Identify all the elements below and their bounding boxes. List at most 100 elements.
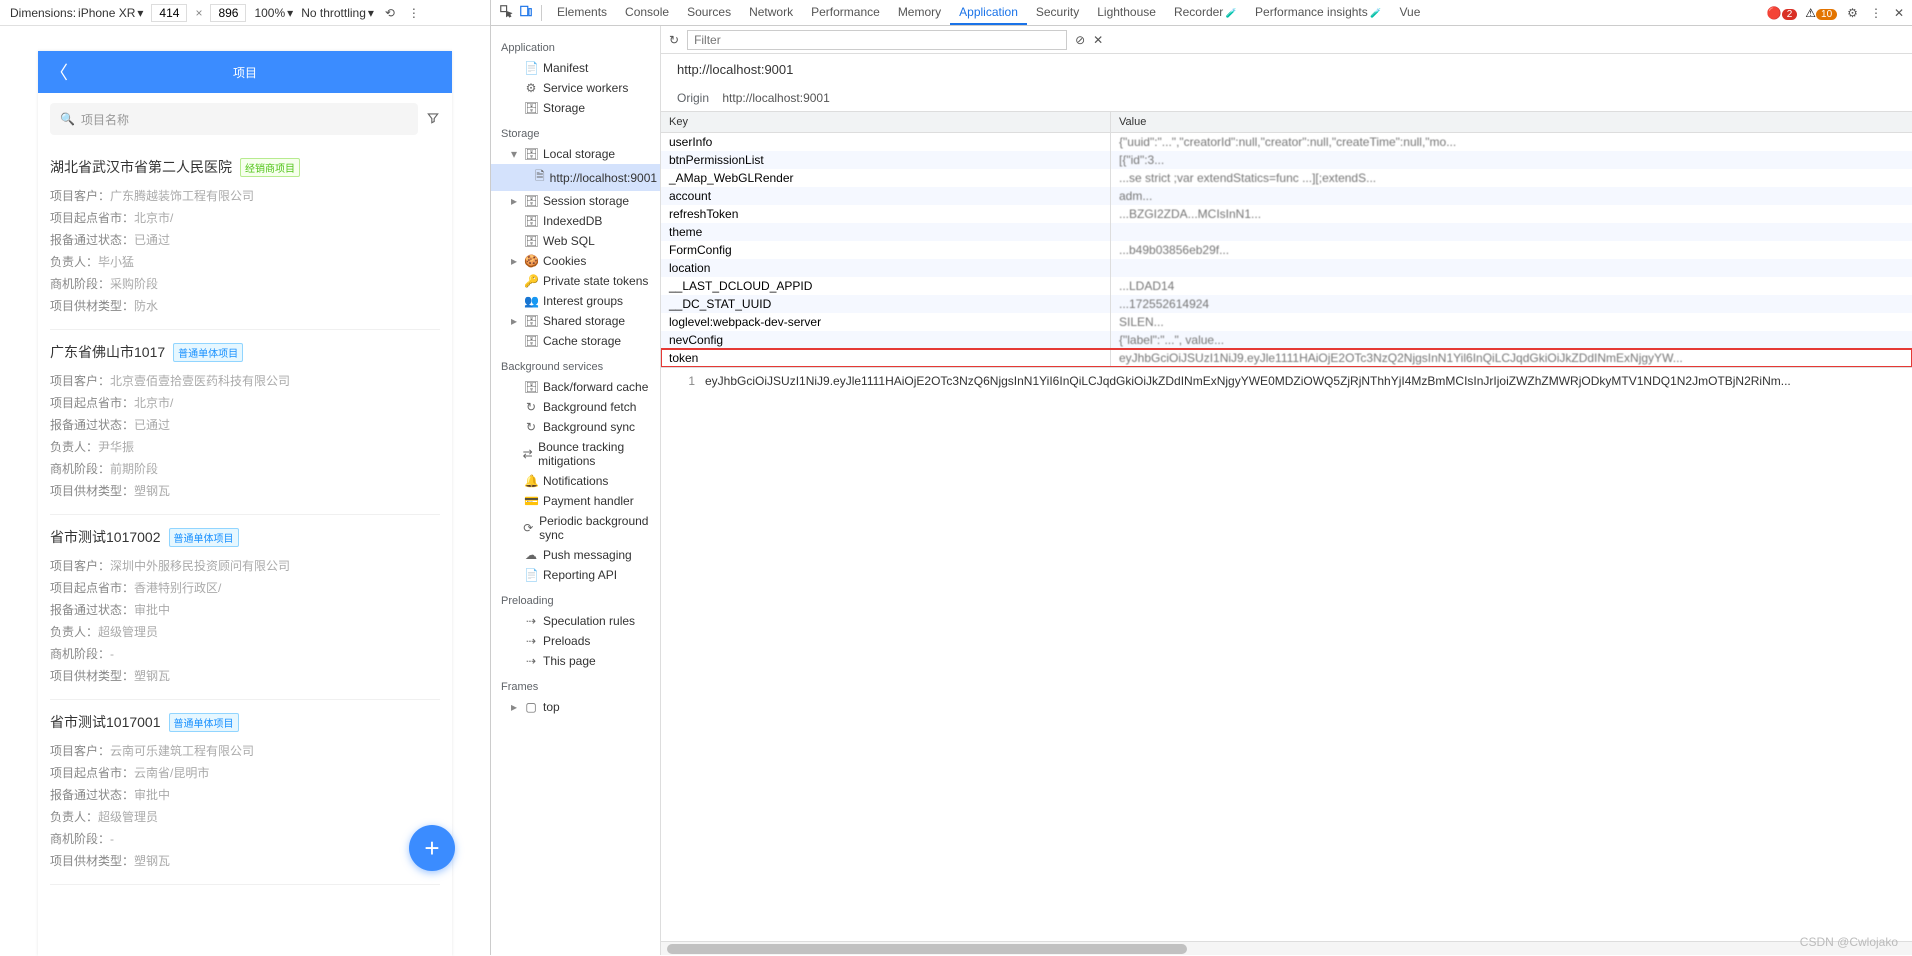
table-row[interactable]: userInfo{"uuid":"...","creatorId":null,"…: [661, 133, 1912, 151]
error-badge[interactable]: 🔴2: [1767, 6, 1798, 20]
project-item[interactable]: 省市测试1017001普通单体项目项目客户：云南可乐建筑工程有限公司项目起点省市…: [50, 700, 440, 885]
cell-value: {"label":"...", value...: [1111, 331, 1912, 349]
field-row: 负责人：毕小猛: [50, 251, 440, 273]
add-button[interactable]: +: [409, 825, 455, 871]
sidebar-item[interactable]: ⇄Bounce tracking mitigations: [491, 437, 660, 471]
table-row[interactable]: loglevel:webpack-dev-serverSILEN...: [661, 313, 1912, 331]
sidebar-item[interactable]: ⚙Service workers: [491, 78, 660, 98]
sidebar-item[interactable]: ↻Background sync: [491, 417, 660, 437]
device-name: iPhone XR: [78, 6, 135, 20]
sidebar-item[interactable]: 🗄Web SQL: [491, 231, 660, 251]
field-row: 项目客户：深圳中外服移民投资顾问有限公司: [50, 555, 440, 577]
project-list: 湖北省武汉市省第二人民医院经销商项目项目客户：广东腾越装饰工程有限公司项目起点省…: [38, 145, 452, 885]
cell-key: account: [661, 187, 1111, 205]
col-key[interactable]: Key: [661, 112, 1111, 132]
tab-elements[interactable]: Elements: [548, 1, 616, 25]
device-toggle-icon[interactable]: [517, 2, 535, 23]
width-input[interactable]: [151, 4, 187, 22]
table-row[interactable]: location: [661, 259, 1912, 277]
rotate-icon[interactable]: ⟲: [382, 5, 398, 21]
sidebar-item[interactable]: 🗄IndexedDB: [491, 211, 660, 231]
project-tag: 经销商项目: [240, 158, 300, 177]
table-row[interactable]: FormConfig...b49b03856eb29f...: [661, 241, 1912, 259]
tab-performance-insights[interactable]: Performance insights 🧪: [1246, 1, 1390, 25]
project-item[interactable]: 省市测试1017002普通单体项目项目客户：深圳中外服移民投资顾问有限公司项目起…: [50, 515, 440, 700]
close-icon[interactable]: ✕: [1093, 33, 1103, 47]
cell-key: _AMap_WebGLRender: [661, 169, 1111, 187]
height-input[interactable]: [210, 4, 246, 22]
tab-security[interactable]: Security: [1027, 1, 1088, 25]
table-row[interactable]: accountadm...: [661, 187, 1912, 205]
tab-lighthouse[interactable]: Lighthouse: [1088, 1, 1165, 25]
scroll-thumb[interactable]: [667, 944, 1187, 954]
clear-icon[interactable]: ⊘: [1075, 33, 1085, 47]
settings-icon[interactable]: ⚙: [1845, 4, 1860, 22]
sidebar-item[interactable]: ▾🗄Local storage: [491, 144, 660, 164]
more-icon[interactable]: ⋮: [406, 5, 422, 21]
tab-recorder[interactable]: Recorder 🧪: [1165, 1, 1246, 25]
sidebar-item[interactable]: ⇢Preloads: [491, 631, 660, 651]
inspect-icon[interactable]: [497, 2, 515, 23]
chevron-down-icon: ▾: [137, 6, 143, 20]
tab-performance[interactable]: Performance: [802, 1, 889, 25]
warn-badge[interactable]: ⚠10: [1805, 6, 1837, 20]
sidebar-item[interactable]: 👥Interest groups: [491, 291, 660, 311]
filter-icon[interactable]: [426, 111, 440, 128]
sidebar-item[interactable]: 🔑Private state tokens: [491, 271, 660, 291]
tab-console[interactable]: Console: [616, 1, 678, 25]
filter-input[interactable]: [687, 30, 1067, 50]
sidebar-item[interactable]: ↻Background fetch: [491, 397, 660, 417]
sidebar-item[interactable]: ▸🍪Cookies: [491, 251, 660, 271]
zoom-dropdown[interactable]: 100%▾: [254, 6, 293, 20]
sidebar-item[interactable]: ⇢Speculation rules: [491, 611, 660, 631]
cell-value: eyJhbGciOiJSUzI1NiJ9.eyJle1111HAiOjE2OTc…: [1111, 349, 1912, 367]
table-row[interactable]: _AMap_WebGLRender...se strict ;var exten…: [661, 169, 1912, 187]
sidebar-item[interactable]: 🗎http://localhost:9001: [491, 164, 660, 191]
table-row[interactable]: __DC_STAT_UUID...172552614924: [661, 295, 1912, 313]
field-row: 报备通过状态：已通过: [50, 414, 440, 436]
sidebar-item[interactable]: 📄Manifest: [491, 58, 660, 78]
refresh-icon[interactable]: ↻: [669, 33, 679, 47]
col-value[interactable]: Value: [1111, 112, 1912, 132]
table-row[interactable]: nevConfig{"label":"...", value...: [661, 331, 1912, 349]
sidebar-item[interactable]: ⇢This page: [491, 651, 660, 671]
tab-vue[interactable]: Vue: [1390, 1, 1429, 25]
cell-key: __DC_STAT_UUID: [661, 295, 1111, 313]
cell-key: loglevel:webpack-dev-server: [661, 313, 1111, 331]
cell-key: theme: [661, 223, 1111, 241]
table-row[interactable]: __LAST_DCLOUD_APPID...LDAD14: [661, 277, 1912, 295]
sidebar-item[interactable]: ☁Push messaging: [491, 545, 660, 565]
sidebar-item[interactable]: 🔔Notifications: [491, 471, 660, 491]
tab-sources[interactable]: Sources: [678, 1, 740, 25]
cell-key: token: [661, 349, 1111, 367]
sidebar-item[interactable]: 💳Payment handler: [491, 491, 660, 511]
back-icon[interactable]: 〈: [50, 59, 68, 85]
close-icon[interactable]: ✕: [1892, 4, 1906, 22]
sidebar-item[interactable]: ▸🗄Session storage: [491, 191, 660, 211]
throttle-dropdown[interactable]: No throttling▾: [301, 6, 374, 20]
table-row[interactable]: theme: [661, 223, 1912, 241]
sidebar-item[interactable]: 🗄Cache storage: [491, 331, 660, 351]
tab-memory[interactable]: Memory: [889, 1, 950, 25]
horizontal-scrollbar[interactable]: [661, 941, 1912, 955]
table-row[interactable]: refreshToken...BZGI2ZDA...MCIsInN1...: [661, 205, 1912, 223]
tab-application[interactable]: Application: [950, 1, 1027, 25]
project-item[interactable]: 广东省佛山市1017普通单体项目项目客户：北京壹佰壹拾壹医药科技有限公司项目起点…: [50, 330, 440, 515]
sidebar-item[interactable]: 🗄Storage: [491, 98, 660, 118]
search-input[interactable]: 🔍 项目名称: [50, 103, 418, 135]
table-row[interactable]: btnPermissionList[{"id":3...: [661, 151, 1912, 169]
more-icon[interactable]: ⋮: [1868, 4, 1884, 22]
sidebar-group: Frames: [491, 677, 660, 697]
tab-network[interactable]: Network: [740, 1, 802, 25]
sidebar-item[interactable]: ▸🗄Shared storage: [491, 311, 660, 331]
sidebar-item[interactable]: 🗄Back/forward cache: [491, 377, 660, 397]
dimensions-dropdown[interactable]: Dimensions: iPhone XR ▾: [10, 6, 143, 20]
field-row: 商机阶段：采购阶段: [50, 273, 440, 295]
sidebar-item[interactable]: ⟳Periodic background sync: [491, 511, 660, 545]
table-row[interactable]: tokeneyJhbGciOiJSUzI1NiJ9.eyJle1111HAiOj…: [661, 349, 1912, 367]
sidebar-item[interactable]: ▸▢top: [491, 697, 660, 717]
sidebar-item[interactable]: 📄Reporting API: [491, 565, 660, 585]
project-item[interactable]: 湖北省武汉市省第二人民医院经销商项目项目客户：广东腾越装饰工程有限公司项目起点省…: [50, 145, 440, 330]
cell-key: FormConfig: [661, 241, 1111, 259]
value-viewer[interactable]: 1eyJhbGciOiJSUzI1NiJ9.eyJle1111HAiOjE2OT…: [661, 368, 1912, 941]
